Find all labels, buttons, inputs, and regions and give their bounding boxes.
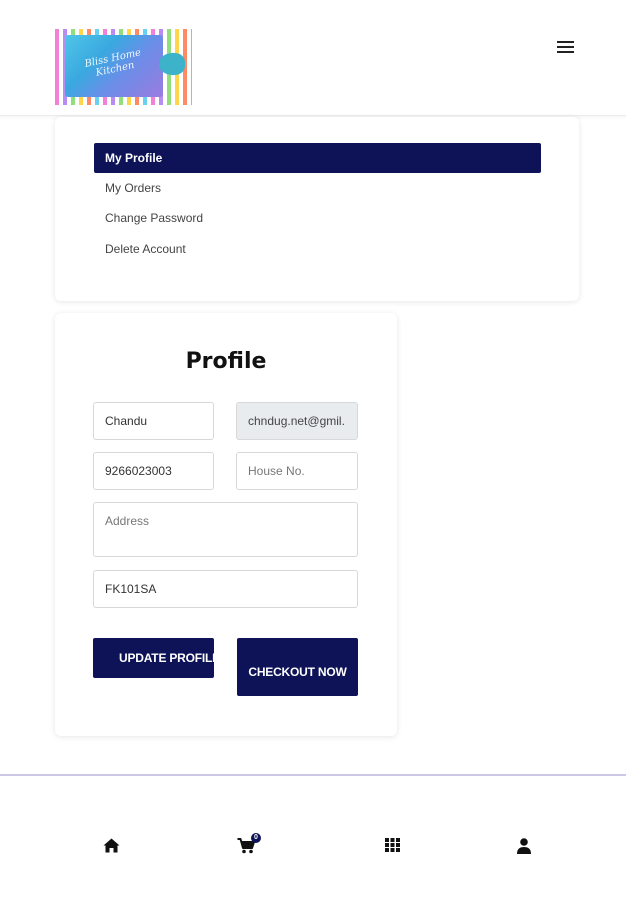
sidebar-item-my-profile[interactable]: My Profile bbox=[94, 143, 541, 173]
sidebar-item-delete-account[interactable]: Delete Account bbox=[94, 234, 541, 264]
logo-board-handle bbox=[159, 53, 185, 75]
update-profile-button[interactable]: UPDATE PROFILE bbox=[93, 638, 214, 678]
address-field[interactable] bbox=[93, 502, 358, 557]
site-logo[interactable]: Bliss Home Kitchen bbox=[55, 29, 192, 105]
bottom-navigation: 0 bbox=[0, 776, 626, 900]
profile-form-card: Profile UPDATE PROFILE CHECKOUT NOW bbox=[55, 313, 397, 736]
house-number-field[interactable] bbox=[236, 452, 358, 490]
page-title: Profile bbox=[185, 349, 267, 374]
name-field[interactable] bbox=[93, 402, 214, 440]
cart-count-badge: 0 bbox=[251, 833, 261, 843]
postcode-field[interactable] bbox=[93, 570, 358, 608]
email-field[interactable] bbox=[236, 402, 358, 440]
sidebar-item-my-orders[interactable]: My Orders bbox=[94, 173, 541, 203]
user-icon[interactable] bbox=[517, 838, 531, 859]
home-icon[interactable] bbox=[103, 838, 120, 858]
cart-icon[interactable]: 0 bbox=[237, 833, 261, 859]
grid-icon[interactable] bbox=[385, 838, 400, 857]
sidebar-item-change-password[interactable]: Change Password bbox=[94, 203, 541, 233]
hamburger-menu-icon[interactable] bbox=[557, 41, 574, 54]
phone-field[interactable] bbox=[93, 452, 214, 490]
checkout-now-button[interactable]: CHECKOUT NOW bbox=[237, 638, 358, 696]
top-header: Bliss Home Kitchen bbox=[0, 0, 626, 116]
account-menu-card: My Profile My Orders Change Password Del… bbox=[55, 117, 579, 301]
